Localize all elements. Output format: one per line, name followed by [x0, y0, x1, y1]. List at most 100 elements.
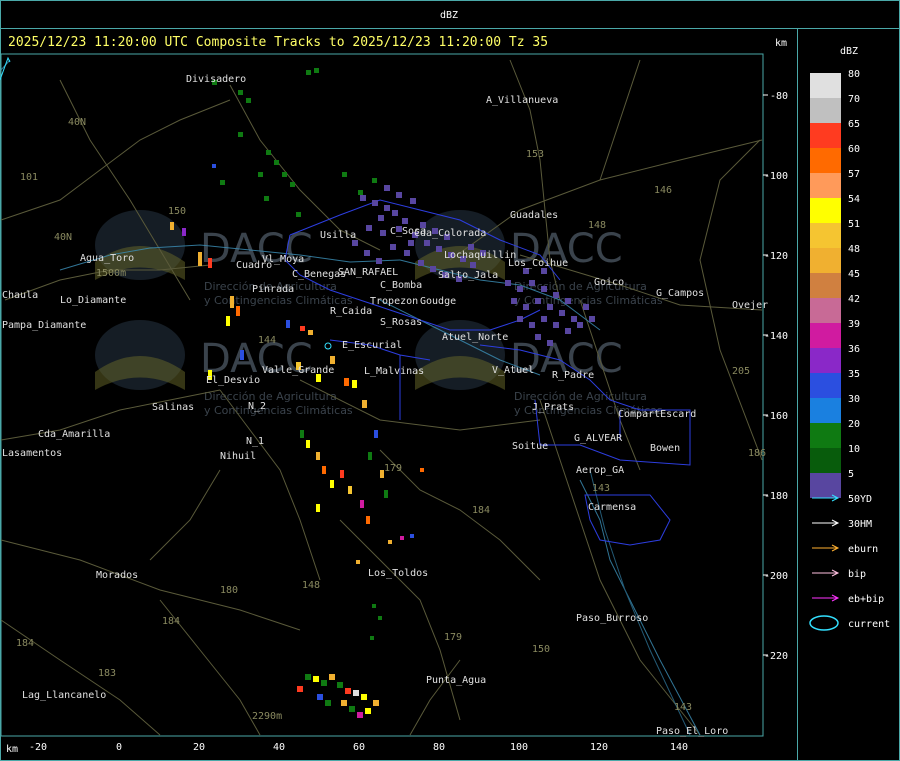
legend-swatch — [810, 448, 841, 473]
legend-swatch — [810, 198, 841, 223]
road-label: 101 — [20, 172, 38, 183]
place-label: E_Escurial — [342, 340, 402, 351]
road-label: 1500m — [96, 268, 126, 279]
x-tick-label: 20 — [193, 742, 205, 753]
y-tick-label: -120 — [764, 251, 788, 262]
place-label: Pampa_Diamante — [2, 320, 86, 331]
x-tick-label: -20 — [29, 742, 47, 753]
place-label: R_Caida — [330, 306, 372, 317]
place-label: Atuel_Norte — [442, 332, 508, 343]
road-label: 143 — [674, 702, 692, 713]
place-label: Guadales — [510, 210, 558, 221]
legend-title: dBZ — [840, 46, 858, 57]
road-label: 179 — [444, 632, 462, 643]
place-label: Bowen — [650, 443, 680, 454]
road-label: 183 — [98, 668, 116, 679]
place-label: Morados — [96, 570, 138, 581]
legend-swatch — [810, 98, 841, 123]
place-label: Pinrada — [252, 284, 294, 295]
place-label: N_1 — [246, 436, 264, 447]
legend-level-label: 36 — [848, 344, 860, 355]
road-label: 148 — [302, 580, 320, 591]
x-tick-label: 60 — [353, 742, 365, 753]
place-label: Los_Coihue — [508, 258, 568, 269]
legend-level-label: 70 — [848, 94, 860, 105]
place-label: Usilla — [320, 230, 356, 241]
legend-swatch — [810, 248, 841, 273]
x-tick-label: 0 — [116, 742, 122, 753]
radar-display: dBZ 2025/12/23 11:20:00 UTC Composite Tr… — [0, 0, 900, 761]
road-label: 180 — [220, 585, 238, 596]
place-label: Salinas — [152, 402, 194, 413]
legend-level-label: 65 — [848, 119, 860, 130]
place-label: Divisadero — [186, 74, 246, 85]
y-tick-label: -160 — [764, 411, 788, 422]
place-label: N_2 — [248, 401, 266, 412]
legend-swatch — [810, 423, 841, 448]
legend-level-label: 60 — [848, 144, 860, 155]
place-label: Agua_Toro — [80, 253, 134, 264]
legend-level-label: 20 — [848, 419, 860, 430]
road-label: 184 — [472, 505, 490, 516]
watermark-line2: y Contingencias Climáticas — [204, 404, 353, 417]
place-label: Cda_Amarilla — [38, 429, 110, 440]
place-label: Paso_Burroso — [576, 613, 648, 624]
place-label: Paso_El_Loro — [656, 726, 728, 737]
legend-level-label: 54 — [848, 194, 860, 205]
legend-swatch — [810, 223, 841, 248]
legend-level-label: 80 — [848, 69, 860, 80]
road-label: 143 — [592, 483, 610, 494]
legend-level-label: 30 — [848, 394, 860, 405]
legend-swatch — [810, 173, 841, 198]
watermark-line1: Dirección de Agricultura — [204, 390, 337, 403]
place-label: C_Bomba — [380, 280, 422, 291]
x-tick-label: 120 — [590, 742, 608, 753]
map-title: 2025/12/23 11:20:00 UTC Composite Tracks… — [8, 35, 548, 50]
place-label: G_ALVEAR — [574, 433, 623, 444]
x-tick-label: 80 — [433, 742, 445, 753]
x-tick-label: 140 — [670, 742, 688, 753]
place-label: Lo_Diamante — [60, 295, 126, 306]
legend-swatch — [810, 148, 841, 173]
map-area[interactable]: DACC Dirección de Agricultura y Continge… — [0, 53, 768, 737]
y-tick-label: -100 — [764, 171, 788, 182]
road-label: 186 — [748, 448, 766, 459]
y-tick-label: -200 — [764, 571, 788, 582]
road-label: 40N — [54, 232, 72, 243]
legend-level-label: 5 — [848, 469, 854, 480]
place-label: El_Desvio — [206, 375, 260, 386]
place-label: CompartEscard — [618, 409, 696, 420]
legend-level-label: 42 — [848, 294, 860, 305]
road-label: 205 — [732, 366, 750, 377]
road-label: 184 — [16, 638, 34, 649]
road-label: 150 — [168, 206, 186, 217]
place-label: Ovejer — [732, 300, 768, 311]
legend-swatch — [810, 348, 841, 373]
legend-track-label: current — [848, 619, 890, 630]
legend-track-label: 50YD — [848, 494, 872, 505]
legend-track-label: bip — [848, 569, 866, 580]
legend-swatch — [810, 398, 841, 423]
place-label: Goico — [594, 277, 624, 288]
window-title: dBZ — [440, 10, 458, 21]
place-label: Cuadro — [236, 260, 272, 271]
legend-track-label: 30HM — [848, 519, 872, 530]
place-label: Lag_Llancanelo — [22, 690, 106, 701]
legend-swatch — [810, 473, 841, 498]
km-label-right: km — [775, 38, 787, 49]
x-tick-label: 40 — [273, 742, 285, 753]
road-label: 148 — [588, 220, 606, 231]
road-label: 153 — [526, 149, 544, 160]
place-label: R_Padre — [552, 370, 594, 381]
legend-swatch — [810, 73, 841, 98]
legend-level-label: 45 — [848, 269, 860, 280]
place-label: Tropezon — [370, 296, 418, 307]
legend-level-label: 51 — [848, 219, 860, 230]
place-label: V_Atuel — [492, 365, 534, 376]
legend-track-label: eb+bip — [848, 594, 884, 605]
y-tick-label: -140 — [764, 331, 788, 342]
place-label: Cda_Colorada — [414, 228, 486, 239]
road-label: 179 — [384, 463, 402, 474]
road-label: 2290m — [252, 711, 282, 722]
legend-swatch — [810, 123, 841, 148]
